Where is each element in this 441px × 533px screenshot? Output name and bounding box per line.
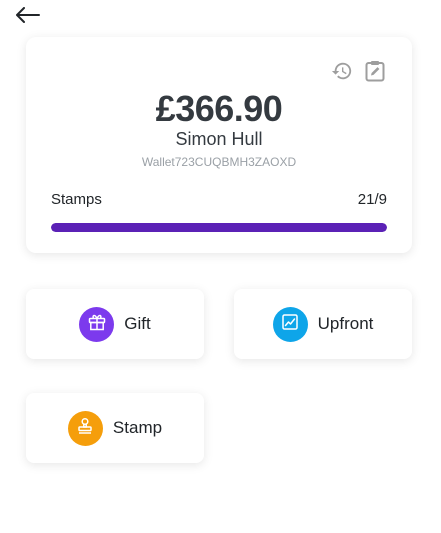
stamps-row: Stamps 21/9: [51, 191, 387, 208]
holder-name: Simon Hull: [175, 129, 263, 149]
upfront-button[interactable]: Upfront: [234, 289, 412, 359]
stamps-progress-fill: [51, 223, 387, 232]
gift-icon-badge: [79, 306, 115, 342]
stamp-button[interactable]: Stamp: [26, 393, 204, 463]
clipboard-edit-icon: [365, 60, 385, 87]
wallet-card-actions: [331, 60, 386, 87]
stamps-count: 21/9: [357, 191, 387, 208]
stamp-label: Stamp: [112, 418, 163, 437]
wallet-balance: £366.90: [155, 88, 283, 129]
wallet-id: Wallet723CUQBMH3ZAOXD: [141, 155, 297, 169]
gift-button[interactable]: Gift: [26, 289, 204, 359]
history-icon: [331, 60, 353, 87]
chart-line-icon: [280, 312, 300, 337]
edit-clipboard-button[interactable]: [364, 60, 386, 87]
back-button[interactable]: [14, 4, 42, 30]
stamps-progress-bar: [51, 223, 387, 232]
upfront-icon-badge: [272, 306, 308, 342]
wallet-card: £366.90 Simon Hull Wallet723CUQBMH3ZAOXD…: [26, 37, 412, 253]
stamp-icon-badge: [67, 410, 103, 446]
upfront-label: Upfront: [317, 314, 374, 333]
history-button[interactable]: [331, 62, 353, 84]
stamps-label: Stamps: [51, 191, 102, 208]
gift-label: Gift: [124, 314, 151, 333]
gift-icon: [87, 312, 107, 337]
stamp-icon: [75, 416, 95, 441]
arrow-left-icon: [16, 6, 40, 28]
